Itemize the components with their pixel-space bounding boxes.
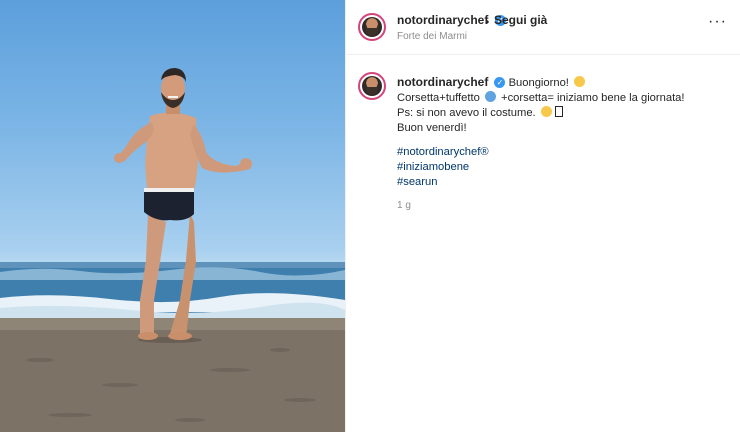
caption-username[interactable]: notordinarychef bbox=[397, 75, 488, 89]
location-link[interactable]: Forte dei Marmi bbox=[397, 31, 467, 42]
post-details-panel: notordinarychef ✓ • Segui già Forte dei … bbox=[345, 0, 740, 432]
caption: notordinarychef ✓ Buongiorno! Corsetta+t… bbox=[397, 75, 727, 136]
post-photo[interactable] bbox=[0, 0, 345, 432]
beach-scene bbox=[0, 68, 345, 432]
caption-avatar[interactable] bbox=[358, 72, 386, 100]
swim-briefs bbox=[144, 190, 194, 221]
separator-dot: • bbox=[485, 15, 490, 29]
sand bbox=[0, 330, 345, 432]
caption-text: Ps: si non avevo il costume. bbox=[397, 107, 536, 119]
hashtag-list: #notordinarychef® #iniziamobene #searun bbox=[397, 145, 489, 190]
caption-text: +corsetta= iniziamo bene la giornata! bbox=[501, 92, 685, 104]
username-text[interactable]: notordinarychef bbox=[397, 13, 488, 27]
unknown-glyph-icon bbox=[554, 106, 563, 117]
blue-face-emoji-icon bbox=[484, 91, 496, 102]
hashtag-link[interactable]: #notordinarychef® bbox=[397, 145, 489, 160]
more-options-icon[interactable]: ··· bbox=[708, 14, 727, 30]
smiling-face-emoji-icon bbox=[574, 76, 586, 87]
verified-badge-icon: ✓ bbox=[494, 77, 506, 88]
caption-line-4: Buon venerdì! bbox=[397, 121, 727, 136]
caption-text: Corsetta+tuffetto bbox=[397, 92, 480, 104]
header-username[interactable]: notordinarychef ✓ bbox=[397, 13, 506, 27]
laughing-face-emoji-icon bbox=[540, 106, 552, 117]
caption-line-2: Corsetta+tuffetto +corsetta= iniziamo be… bbox=[397, 91, 727, 106]
post-timestamp[interactable]: 1 g bbox=[397, 200, 411, 211]
hashtag-link[interactable]: #iniziamobene bbox=[397, 160, 489, 175]
caption-line-1: notordinarychef ✓ Buongiorno! bbox=[397, 75, 727, 91]
post-header: notordinarychef ✓ • Segui già Forte dei … bbox=[346, 0, 740, 55]
caption-greeting: Buongiorno! bbox=[508, 77, 569, 89]
avatar[interactable] bbox=[358, 13, 386, 41]
hashtag-link[interactable]: #searun bbox=[397, 175, 489, 190]
following-button[interactable]: Segui già bbox=[494, 13, 547, 27]
caption-text: Buon venerdì! bbox=[397, 122, 467, 134]
caption-line-3: Ps: si non avevo il costume. bbox=[397, 106, 727, 121]
